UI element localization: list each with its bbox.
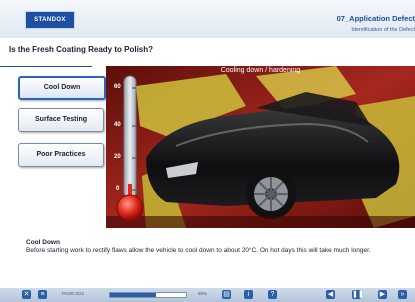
progress-percent: 59% — [198, 291, 208, 296]
progress-fill — [110, 293, 156, 297]
cool-down-button[interactable]: Cool Down — [18, 76, 106, 100]
caption-block: Cool Down Before starting work to rectif… — [26, 239, 408, 255]
info-icon[interactable]: i — [244, 290, 253, 299]
forward-icon[interactable]: ▶ — [378, 290, 387, 299]
thermo-tick-20: 20 — [114, 154, 121, 160]
print-icon[interactable]: ▤ — [222, 290, 231, 299]
thermo-tick-40: 40 — [114, 122, 121, 128]
pause-icon[interactable]: ❚❚ — [352, 290, 364, 299]
back-icon[interactable]: ◀ — [326, 290, 335, 299]
surface-testing-button[interactable]: Surface Testing — [18, 108, 104, 132]
thermo-tick-60: 60 — [114, 84, 121, 90]
course-subtitle: Identification of the Defect — [351, 27, 415, 33]
header-bar: STANDOX 07_Application Defect Identifica… — [0, 0, 415, 38]
player-footer: ✕ ≡ PAGE 5/21 59% ▤ i ? ◀ ❚❚ ▶ » — [0, 288, 415, 302]
thermometer-icon — [116, 75, 144, 222]
close-icon[interactable]: ✕ — [22, 290, 31, 299]
illustration-stage: Cooling down / hardening 60 40 20 0 — [106, 66, 415, 228]
course-progress-bar — [109, 292, 187, 298]
title-underline — [0, 66, 92, 67]
thermo-tick-0: 0 — [116, 186, 120, 192]
caption-text: Before starting work to rectify flaws al… — [26, 247, 371, 254]
stage-title: Cooling down / hardening — [220, 67, 301, 74]
course-title: 07_Application Defect — [336, 14, 415, 23]
poor-practices-button[interactable]: Poor Practices — [18, 143, 104, 167]
glossary-icon[interactable]: ? — [268, 290, 277, 299]
caption-title: Cool Down — [26, 239, 60, 246]
next-icon[interactable]: » — [398, 290, 407, 299]
page-title: Is the Fresh Coating Ready to Polish? — [9, 45, 154, 54]
car-cooling-illustration — [106, 66, 415, 228]
menu-icon[interactable]: ≡ — [38, 290, 47, 299]
slide-counter: PAGE 5/21 — [62, 291, 85, 296]
standox-logo: STANDOX — [25, 11, 75, 29]
